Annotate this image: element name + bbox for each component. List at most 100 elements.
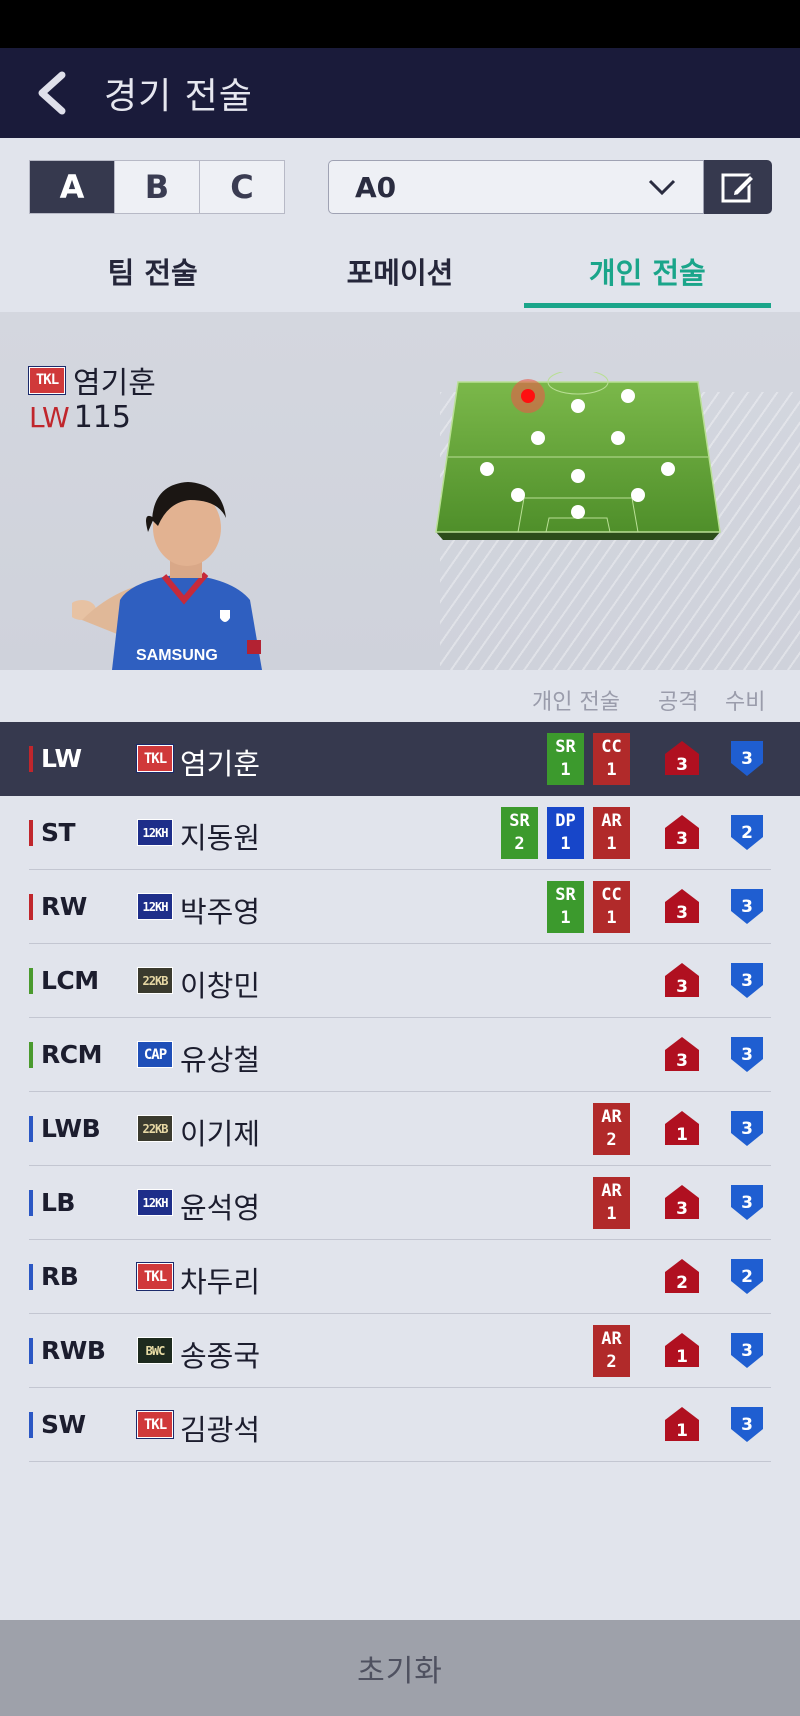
edit-preset-button[interactable]	[704, 160, 772, 214]
segment-c-button[interactable]: C	[199, 161, 284, 213]
defense-value: 3	[741, 1119, 753, 1139]
row-player-name: 송종국	[180, 1339, 261, 1373]
tactic-level: 1	[606, 760, 617, 780]
defense-value: 3	[741, 1415, 753, 1435]
defense-icon: 3	[731, 1111, 763, 1146]
defense-value: 3	[741, 749, 753, 769]
attack-icon: 2	[665, 1259, 699, 1293]
row-position: LCM	[41, 966, 99, 995]
season-badge: 12KH	[137, 893, 173, 920]
tactic-chip[interactable]: CC 1	[593, 881, 630, 933]
tactic-code: CC	[601, 885, 622, 905]
defense-value: 2	[741, 823, 753, 843]
position-group-indicator	[29, 1338, 33, 1364]
defense-value: 3	[741, 971, 753, 991]
attack-value: 3	[676, 1051, 688, 1071]
player-row[interactable]: LWB 22KB 이기제 AR 2 1 3	[0, 1092, 800, 1166]
tactic-chip[interactable]: SR 1	[547, 881, 584, 933]
attack-value: 3	[676, 755, 688, 775]
tactic-level: 1	[606, 834, 617, 854]
tactic-chip[interactable]: SR 1	[547, 733, 584, 785]
attack-value: 3	[676, 977, 688, 997]
attack-value: 1	[676, 1421, 688, 1441]
row-position: LWB	[41, 1114, 101, 1143]
tactic-level: 1	[560, 834, 571, 854]
attack-icon: 3	[665, 815, 699, 849]
selected-player-panel: TKL 염기훈 LW 115 SAMSUNG	[0, 312, 800, 670]
player-row[interactable]: LCM 22KB 이창민 3 3	[0, 944, 800, 1018]
row-player-name: 지동원	[180, 821, 261, 855]
chevron-down-icon	[648, 179, 676, 196]
row-player-name: 박주영	[180, 895, 261, 929]
position-group-indicator	[29, 968, 33, 994]
defense-value: 3	[741, 1045, 753, 1065]
tab-formation[interactable]: 포메이션	[276, 230, 523, 312]
tactic-level: 2	[514, 834, 525, 854]
player-row[interactable]: SW TKL 김광석 1 3	[0, 1388, 800, 1462]
player-row[interactable]: ST 12KH 지동원 SR 2 DP 1 AR 1 3 2	[0, 796, 800, 870]
attack-icon: 1	[665, 1111, 699, 1145]
season-badge: BWC	[137, 1337, 173, 1364]
tactic-chip[interactable]: SR 2	[501, 807, 538, 859]
season-badge: 12KH	[137, 1189, 173, 1216]
preset-value: A0	[355, 170, 397, 204]
tactic-chip[interactable]: CC 1	[593, 733, 630, 785]
tactic-chip[interactable]: DP 1	[547, 807, 584, 859]
tactic-level: 2	[606, 1352, 617, 1372]
back-button[interactable]	[0, 48, 104, 138]
attack-icon: 3	[665, 741, 699, 775]
tab-individual-tactics[interactable]: 개인 전술	[523, 230, 772, 312]
tactic-code: CC	[601, 737, 622, 757]
player-row[interactable]: RWB BWC 송종국 AR 2 1 3	[0, 1314, 800, 1388]
segment-b-button[interactable]: B	[114, 161, 199, 213]
tactic-level: 1	[560, 908, 571, 928]
row-player-name: 유상철	[180, 1043, 261, 1077]
season-badge: TKL	[136, 1410, 174, 1439]
tactics-tabs: 팀 전술 포메이션 개인 전술	[0, 230, 800, 312]
preset-group-selector: A B C	[29, 160, 285, 214]
header-defense: 수비	[725, 690, 766, 715]
tactic-level: 1	[560, 760, 571, 780]
defense-icon: 2	[731, 1259, 763, 1294]
player-row[interactable]: RCM CAP 유상철 3 3	[0, 1018, 800, 1092]
tactic-chip[interactable]: AR 2	[593, 1325, 630, 1377]
defense-icon: 2	[731, 815, 763, 850]
reset-button[interactable]: 초기화	[0, 1620, 800, 1716]
position-group-indicator	[29, 746, 33, 772]
player-row[interactable]: RB TKL 차두리 2 2	[0, 1240, 800, 1314]
defense-value: 3	[741, 897, 753, 917]
player-ovr: 115	[73, 400, 131, 435]
defense-icon: 3	[731, 1333, 763, 1368]
segment-a-button[interactable]: A	[30, 161, 114, 213]
attack-value: 3	[676, 829, 688, 849]
tactic-level: 2	[606, 1130, 617, 1150]
tactic-chip[interactable]: AR 1	[593, 807, 630, 859]
player-row[interactable]: LW TKL 염기훈 SR 1 CC 1 3 3	[0, 722, 800, 796]
tactic-chip[interactable]: AR 2	[593, 1103, 630, 1155]
row-position: LB	[41, 1188, 76, 1217]
tactic-chip[interactable]: AR 1	[593, 1177, 630, 1229]
defense-icon: 3	[731, 1185, 763, 1220]
attack-icon: 3	[665, 1037, 699, 1071]
tactic-code: DP	[555, 811, 576, 831]
defense-icon: 3	[731, 963, 763, 998]
position-group-indicator	[29, 1042, 33, 1068]
row-position: SW	[41, 1410, 86, 1439]
status-bar	[0, 0, 800, 48]
row-position: RW	[41, 892, 87, 921]
tactic-level: 1	[606, 908, 617, 928]
jersey-sponsor-text: SAMSUNG	[136, 647, 218, 664]
defense-value: 3	[741, 1341, 753, 1361]
row-position: LW	[41, 744, 82, 773]
attack-value: 1	[676, 1347, 688, 1367]
preset-dropdown[interactable]: A0	[328, 160, 704, 214]
tactic-code: AR	[601, 1329, 622, 1349]
tactic-code: AR	[601, 811, 622, 831]
player-list: LW TKL 염기훈 SR 1 CC 1 3 3 ST 12KH 지동원 SR 2 DP 1 AR 1 3 2 RW 12…	[0, 722, 800, 1462]
page-title: 경기 전술	[104, 76, 253, 117]
tab-team-tactics[interactable]: 팀 전술	[29, 230, 276, 312]
player-row[interactable]: LB 12KH 윤석영 AR 1 3 3	[0, 1166, 800, 1240]
tactic-code: SR	[509, 811, 530, 831]
tactic-level: 1	[606, 1204, 617, 1224]
player-row[interactable]: RW 12KH 박주영 SR 1 CC 1 3 3	[0, 870, 800, 944]
